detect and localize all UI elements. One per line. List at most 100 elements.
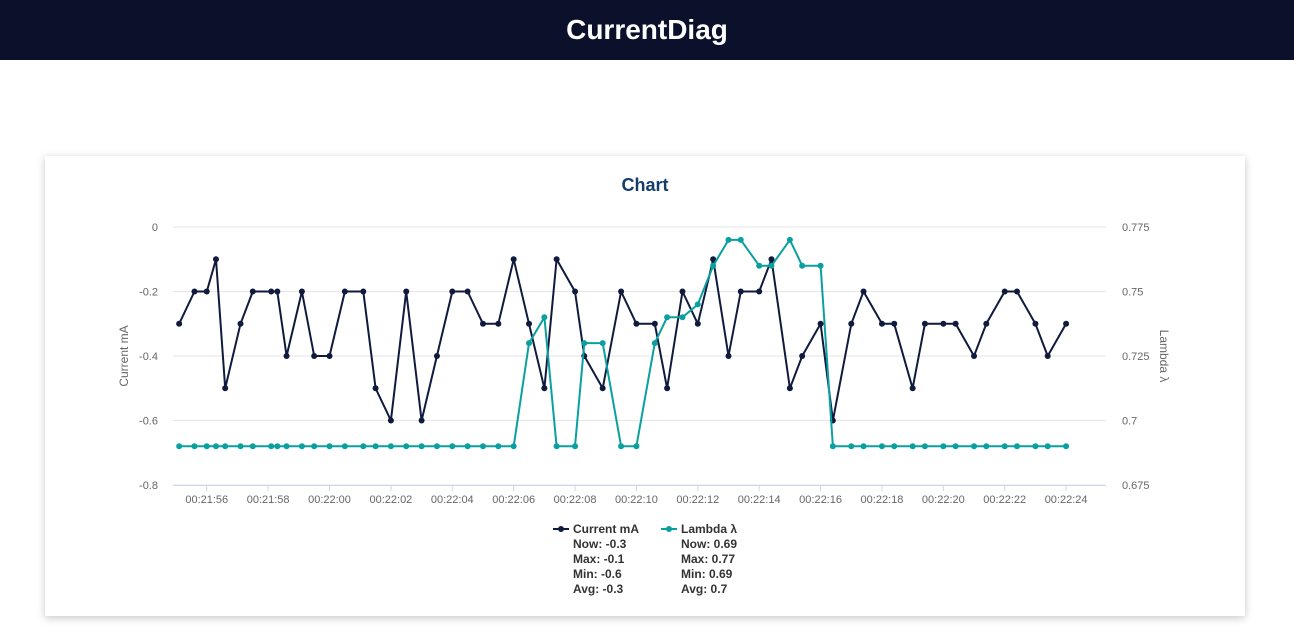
current-data-point bbox=[298, 288, 305, 295]
legend-lambda-now: Now: 0.69 bbox=[681, 537, 738, 551]
left-tick-label: -0.6 bbox=[139, 416, 158, 428]
lambda-data-point bbox=[526, 340, 533, 347]
current-data-point bbox=[618, 288, 625, 295]
current-data-point bbox=[449, 288, 456, 295]
lambda-data-point bbox=[891, 443, 898, 450]
legend-lambda-min: Min: 0.69 bbox=[681, 567, 733, 581]
x-tick-label: 00:21:56 bbox=[185, 494, 228, 506]
lambda-data-point bbox=[176, 443, 183, 450]
series-layer bbox=[176, 236, 1070, 450]
lambda-data-point bbox=[940, 443, 947, 450]
x-tick-label: 00:22:22 bbox=[983, 494, 1026, 506]
current-data-point bbox=[817, 320, 824, 327]
current-data-point bbox=[878, 320, 885, 327]
current-data-point bbox=[326, 353, 333, 359]
lambda-data-point bbox=[679, 314, 686, 321]
current-data-point bbox=[909, 385, 916, 392]
current-data-point bbox=[191, 288, 198, 295]
lambda-data-point bbox=[572, 443, 579, 450]
x-tick-label: 00:22:10 bbox=[615, 494, 658, 506]
lambda-data-point bbox=[651, 340, 658, 347]
legend-current-name: Current mA bbox=[572, 522, 639, 536]
lambda-data-point bbox=[829, 443, 836, 450]
right-tick-label: 0.775 bbox=[1122, 222, 1150, 234]
current-data-point bbox=[176, 320, 183, 327]
right-axis-title: Lambda λ bbox=[1157, 330, 1171, 383]
lambda-data-point bbox=[268, 443, 275, 450]
current-data-point bbox=[1032, 320, 1039, 327]
current-data-point bbox=[283, 353, 290, 359]
legend-item-lambda[interactable]: Lambda λ Now: 0.69 Max: 0.77 Min: 0.69 A… bbox=[661, 522, 737, 597]
lambda-data-point bbox=[212, 443, 219, 450]
current-data-point bbox=[222, 385, 229, 392]
x-tick-label: 00:22:14 bbox=[738, 494, 781, 506]
x-tick-label: 00:22:08 bbox=[554, 494, 597, 506]
lambda-data-point bbox=[786, 236, 793, 243]
lambda-data-point bbox=[510, 443, 517, 450]
current-data-point bbox=[599, 385, 606, 392]
current-data-point bbox=[526, 320, 533, 327]
x-tick-label: 00:21:58 bbox=[247, 494, 290, 506]
lambda-data-point bbox=[372, 443, 379, 450]
lambda-data-point bbox=[464, 443, 471, 450]
lambda-data-point bbox=[553, 443, 560, 450]
current-data-point bbox=[418, 417, 425, 424]
current-data-point bbox=[1013, 288, 1020, 295]
current-data-point bbox=[952, 320, 959, 327]
left-axis-ticks: 0 -0.2 -0.4 -0.6 -0.8 bbox=[139, 222, 158, 492]
current-data-point bbox=[360, 288, 367, 295]
lambda-data-point bbox=[1044, 443, 1051, 450]
right-tick-label: 0.675 bbox=[1122, 480, 1150, 492]
lambda-data-point bbox=[541, 314, 548, 321]
lambda-data-point bbox=[387, 443, 394, 450]
current-data-point bbox=[541, 385, 548, 392]
lambda-data-point bbox=[1063, 443, 1070, 450]
lambda-data-point bbox=[599, 340, 606, 347]
lambda-data-point bbox=[921, 443, 928, 450]
lambda-data-point bbox=[725, 236, 732, 243]
line-chart: 0 -0.2 -0.4 -0.6 -0.8 0.775 0.75 0.725 0.7 0.675… bbox=[117, 222, 1171, 506]
lambda-data-point bbox=[249, 443, 256, 450]
legend-lambda-max: Max: 0.77 bbox=[681, 552, 736, 566]
left-axis-title: Current mA bbox=[117, 325, 131, 386]
lambda-data-point bbox=[433, 443, 440, 450]
current-data-point bbox=[341, 288, 348, 295]
current-data-point bbox=[268, 288, 275, 295]
current-data-point bbox=[694, 320, 701, 327]
current-data-point bbox=[983, 320, 990, 327]
current-data-point bbox=[203, 288, 210, 295]
lambda-data-point bbox=[237, 443, 244, 450]
lambda-data-point bbox=[311, 443, 318, 450]
lambda-data-point bbox=[756, 262, 763, 269]
lambda-data-point bbox=[222, 443, 229, 450]
current-data-point bbox=[1001, 288, 1008, 295]
current-data-point bbox=[403, 288, 410, 295]
lambda-data-point bbox=[737, 236, 744, 243]
lambda-data-point bbox=[283, 443, 290, 450]
current-data-point bbox=[510, 256, 517, 263]
current-data-point bbox=[756, 288, 763, 295]
lambda-data-point bbox=[341, 443, 348, 450]
x-tick-label: 00:22:00 bbox=[308, 494, 351, 506]
legend-item-current[interactable]: Current mA Now: -0.3 Max: -0.1 Min: -0.6… bbox=[552, 522, 639, 597]
current-data-point bbox=[651, 320, 658, 327]
lambda-data-point bbox=[479, 443, 486, 450]
lambda-data-point bbox=[403, 443, 410, 450]
lambda-data-point bbox=[817, 262, 824, 269]
current-data-point bbox=[249, 288, 256, 295]
right-axis-ticks: 0.775 0.75 0.725 0.7 0.675 bbox=[1122, 222, 1150, 492]
legend-current-now: Now: -0.3 bbox=[572, 537, 627, 551]
current-data-point bbox=[433, 353, 440, 359]
current-data-point bbox=[799, 353, 806, 359]
chart-card: Chart 0 -0.2 -0.4 -0.6 -0.8 0.775 0.75 0.725 0.… bbox=[45, 156, 1245, 616]
right-tick-label: 0.7 bbox=[1122, 416, 1137, 428]
current-data-point bbox=[464, 288, 471, 295]
current-data-point bbox=[971, 353, 978, 359]
current-data-point bbox=[786, 385, 793, 392]
x-tick-label: 00:22:24 bbox=[1045, 494, 1088, 506]
x-tick-label: 00:22:20 bbox=[922, 494, 965, 506]
current-data-point bbox=[860, 288, 867, 295]
current-data-point bbox=[479, 320, 486, 327]
legend-lambda-name: Lambda λ bbox=[681, 522, 738, 536]
left-tick-label: -0.4 bbox=[139, 351, 158, 363]
